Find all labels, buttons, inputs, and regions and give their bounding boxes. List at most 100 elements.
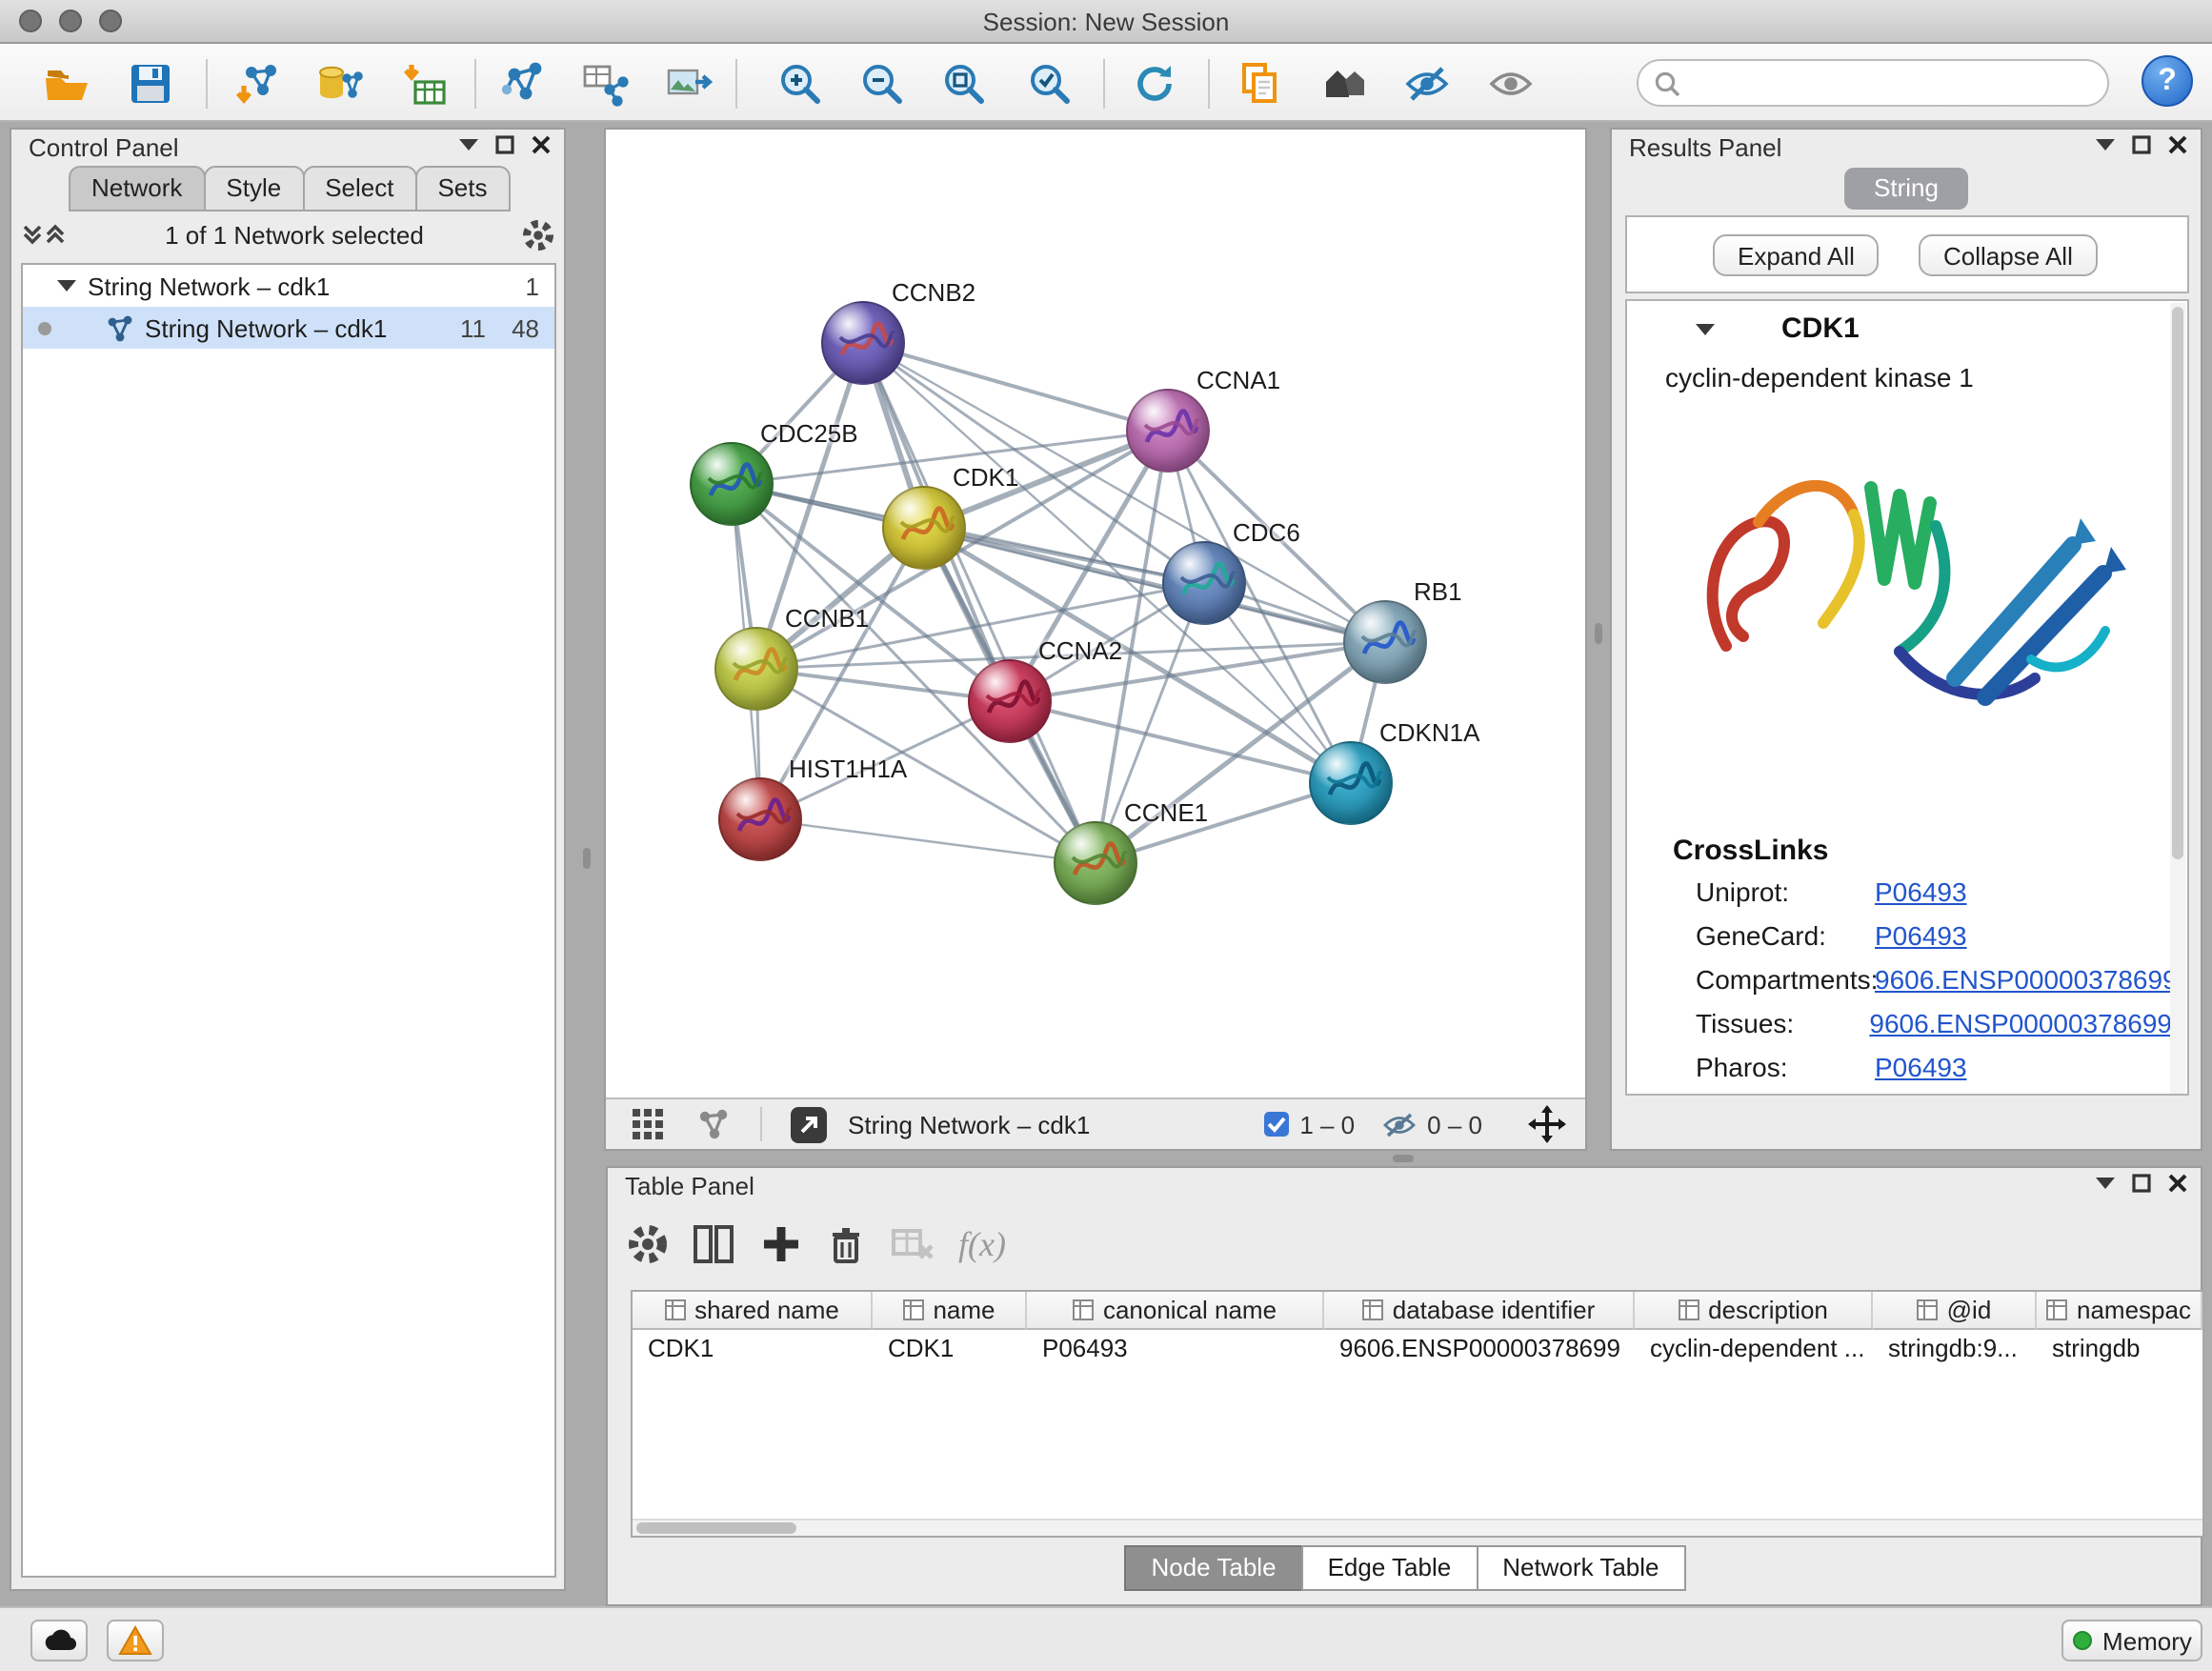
open-session-button[interactable] [38,55,95,112]
column-header-database-identifier[interactable]: database identifier [1324,1292,1635,1330]
table-cell[interactable]: CDK1 [633,1330,873,1366]
zoom-selected-button[interactable] [1021,55,1078,112]
tab-style[interactable]: Style [203,166,304,211]
splitter-handle[interactable] [1393,1155,1414,1162]
export-image-button[interactable] [661,55,718,112]
crosslink-link[interactable]: 9606.ENSP00000378699 [1869,1007,2172,1037]
gear-icon[interactable] [627,1223,669,1265]
new-network-button[interactable] [495,55,553,112]
network-node-CCNB1[interactable] [714,627,798,711]
tab-select[interactable]: Select [302,166,416,211]
table-cell[interactable]: CDK1 [873,1330,1027,1366]
tab-string[interactable]: String [1843,168,1969,210]
cloud-button[interactable] [30,1620,88,1661]
import-network-database-button[interactable] [311,55,368,112]
network-node-CDC25B[interactable] [690,442,774,526]
crosslink-link[interactable]: P06493 [1875,1051,1967,1081]
columns-icon[interactable] [692,1223,737,1265]
maximize-panel-icon[interactable] [495,135,514,154]
network-node-CDK1[interactable] [882,486,966,570]
network-node-RB1[interactable] [1343,600,1427,684]
close-panel-icon[interactable] [2168,1174,2187,1193]
splitter-handle[interactable] [1595,623,1602,644]
network-node-CDC6[interactable] [1162,541,1246,625]
network-view-mode-icon[interactable] [695,1107,730,1141]
memory-button[interactable]: Memory [2061,1620,2202,1661]
add-column-icon[interactable] [760,1223,802,1265]
crosslink-link[interactable]: P06493 [1875,919,1967,950]
expand-all-button[interactable]: Expand All [1713,234,1880,276]
crosslink-link[interactable]: 9606.ENSP00000378699 [1875,963,2178,994]
detach-view-icon[interactable] [789,1104,829,1144]
delete-column-icon[interactable] [825,1223,867,1265]
collapse-caret-icon[interactable] [57,280,76,292]
function-builder-button[interactable]: f(x) [958,1224,1006,1264]
chevron-double-down-icon[interactable] [21,223,44,246]
selected-checkbox-icon[interactable] [1263,1111,1290,1137]
new-network-from-table-button[interactable] [577,55,634,112]
crosslink-link[interactable]: P06493 [1875,876,1967,906]
network-node-CCNB2[interactable] [821,301,905,385]
table-cell[interactable]: 9606.ENSP00000378699 [1324,1330,1635,1366]
float-panel-icon[interactable] [2096,139,2115,151]
zoom-in-button[interactable] [772,55,829,112]
network-node-CCNE1[interactable] [1054,821,1137,905]
column-header-description[interactable]: description [1635,1292,1873,1330]
table-cell[interactable]: stringdb:9... [1873,1330,2037,1366]
chevron-double-up-icon[interactable] [44,223,67,246]
splitter-handle[interactable] [583,848,591,869]
table-row[interactable]: CDK1CDK1P064939606.ENSP00000378699cyclin… [633,1330,2202,1366]
float-panel-icon[interactable] [2096,1178,2115,1189]
apply-layout-button[interactable] [1126,55,1183,112]
import-network-file-button[interactable] [229,55,286,112]
collapse-caret-icon[interactable] [1696,323,1715,334]
maximize-panel-icon[interactable] [2132,1174,2151,1193]
network-canvas[interactable]: CCNB2CCNA1CDC25BCDK1CDC6RB1CCNB1CCNA2CDK… [606,130,1585,1099]
show-all-button[interactable] [1482,55,1539,112]
network-node-HIST1H1A[interactable] [718,777,802,861]
network-collection-row[interactable]: String Network – cdk1 1 [23,265,554,307]
save-session-button[interactable] [122,55,179,112]
float-panel-icon[interactable] [459,139,478,151]
minimize-window-button[interactable] [59,10,82,32]
collapse-all-button[interactable]: Collapse All [1919,234,2098,276]
help-button[interactable]: ? [2142,55,2193,107]
tab-network-table[interactable]: Network Table [1476,1545,1685,1591]
warnings-button[interactable] [107,1620,164,1661]
search-field[interactable] [1637,59,2109,107]
grid-view-icon[interactable] [631,1107,665,1141]
close-panel-icon[interactable] [532,135,551,154]
gene-section-header[interactable]: CDK1 [1627,312,2187,345]
zoom-out-button[interactable] [854,55,911,112]
table-scrollbar-thumb[interactable] [636,1522,796,1534]
zoom-fit-button[interactable] [935,55,993,112]
table-horizontal-scrollbar[interactable] [633,1519,2202,1536]
results-scrollbar[interactable] [2170,303,2185,1096]
column-header-shared-name[interactable]: shared name [633,1292,873,1330]
hide-selected-button[interactable] [1398,55,1456,112]
network-node-CDKN1A[interactable] [1309,741,1393,825]
tab-network[interactable]: Network [69,166,205,211]
close-window-button[interactable] [19,10,42,32]
fit-content-crosshair-icon[interactable] [1528,1105,1566,1143]
tab-node-table[interactable]: Node Table [1124,1545,1302,1591]
tab-edge-table[interactable]: Edge Table [1301,1545,1478,1591]
home-button[interactable] [1317,55,1374,112]
results-scrollbar-thumb[interactable] [2172,307,2183,859]
network-node-CCNA2[interactable] [968,659,1052,743]
table-cell[interactable]: stringdb [2037,1330,2202,1366]
copy-document-button[interactable] [1231,55,1288,112]
import-table-button[interactable] [396,55,453,112]
network-node-CCNA1[interactable] [1126,389,1210,473]
search-input[interactable] [1690,69,2092,97]
column-header-namespac[interactable]: namespac [2037,1292,2202,1330]
network-row[interactable]: String Network – cdk1 11 48 [23,307,554,349]
gear-icon[interactable] [522,218,554,251]
zoom-window-button[interactable] [99,10,122,32]
column-header-canonical-name[interactable]: canonical name [1027,1292,1324,1330]
column-header--id[interactable]: @id [1873,1292,2037,1330]
close-panel-icon[interactable] [2168,135,2187,154]
column-header-name[interactable]: name [873,1292,1027,1330]
maximize-panel-icon[interactable] [2132,135,2151,154]
table-cell[interactable]: P06493 [1027,1330,1324,1366]
